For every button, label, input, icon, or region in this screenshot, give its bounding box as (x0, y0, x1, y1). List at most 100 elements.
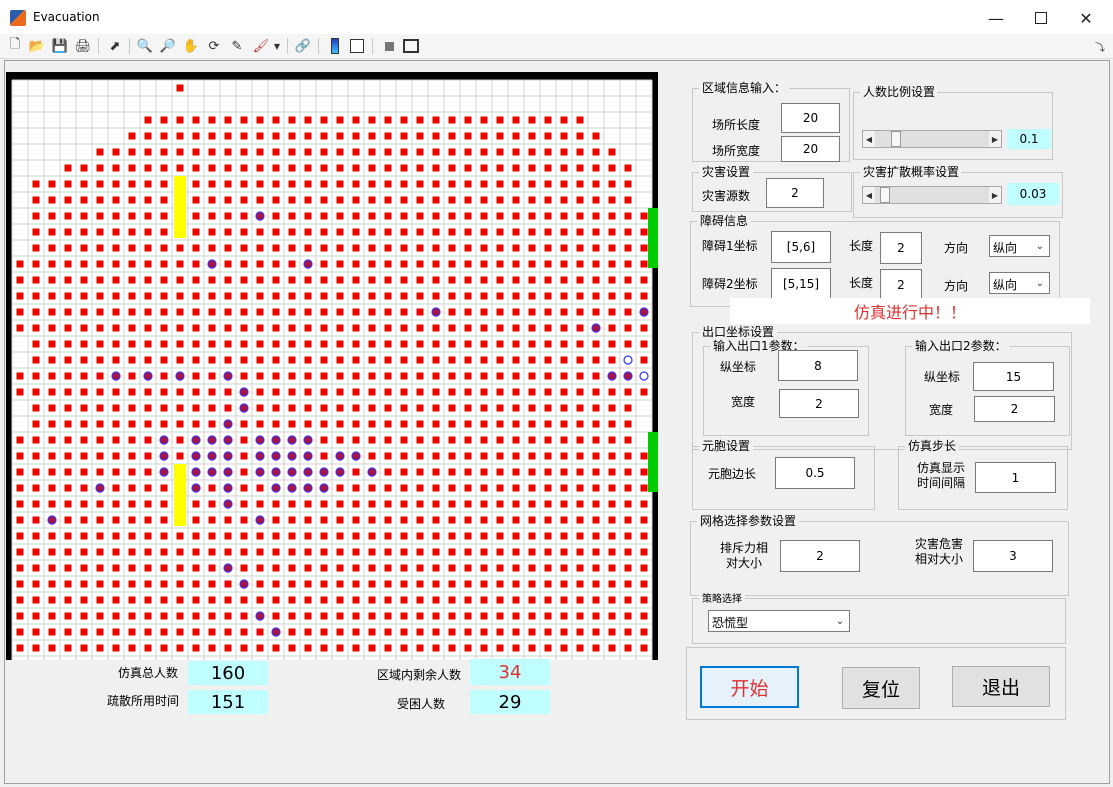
person (112, 564, 120, 572)
print-button[interactable]: 🖨 (74, 37, 92, 55)
person (16, 260, 24, 268)
length-input[interactable]: 20 (781, 103, 840, 133)
slider-right-arrow[interactable]: ▶ (989, 187, 1001, 203)
person (16, 436, 24, 444)
obstacle1-length-input[interactable]: 2 (880, 232, 922, 264)
person (320, 612, 328, 620)
ratio-slider[interactable]: ◀ ▶ (862, 130, 1002, 148)
exit-button[interactable]: 退出 (952, 666, 1050, 707)
brush-dropdown[interactable]: ▼ (272, 37, 282, 55)
trapped-person (239, 579, 249, 589)
person (528, 500, 536, 508)
strategy-select[interactable]: 恐慌型 ⌄ (708, 610, 850, 632)
person (112, 628, 120, 636)
person (496, 484, 504, 492)
person (288, 116, 296, 124)
exit1-y-input[interactable]: 8 (778, 350, 858, 381)
spread-slider[interactable]: ◀ ▶ (862, 186, 1002, 204)
person (416, 612, 424, 620)
obstacle2-dir-select[interactable]: 纵向 ⌄ (989, 272, 1050, 294)
person (128, 180, 136, 188)
person (608, 244, 616, 252)
person (208, 564, 216, 572)
slider-thumb[interactable] (891, 131, 901, 147)
person (576, 452, 584, 460)
person (192, 516, 200, 524)
person (400, 116, 408, 124)
brush-button[interactable]: 🖌 (252, 37, 270, 55)
person (128, 308, 136, 316)
person (432, 148, 440, 156)
source-count-input[interactable]: 2 (766, 178, 824, 208)
rotate-button[interactable]: ⟳ (205, 37, 223, 55)
person (336, 228, 344, 236)
slider-left-arrow[interactable]: ◀ (863, 187, 875, 203)
person (528, 196, 536, 204)
link-plot-button[interactable]: 🔗 (294, 37, 312, 55)
person (160, 356, 168, 364)
cell-size-input[interactable]: 0.5 (775, 457, 855, 489)
data-cursor-button[interactable]: ✎ (228, 37, 246, 55)
save-button[interactable]: 💾 (51, 37, 69, 55)
person (464, 628, 472, 636)
exit2-y-input[interactable]: 15 (973, 362, 1054, 391)
select-button[interactable]: ⬈ (106, 37, 124, 55)
trapped-person (207, 451, 217, 461)
repel-input[interactable]: 2 (780, 540, 860, 572)
colorbar-button[interactable] (326, 37, 344, 55)
obstacle2-length-input[interactable]: 2 (880, 269, 922, 301)
start-button[interactable]: 开始 (700, 666, 799, 708)
open-file-button[interactable]: 📂 (28, 37, 46, 55)
person (288, 196, 296, 204)
pan-button[interactable]: ✋ (182, 37, 200, 55)
width-input[interactable]: 20 (781, 136, 840, 162)
person (624, 228, 632, 236)
person (176, 340, 184, 348)
show-tools-button[interactable] (402, 37, 420, 55)
hide-tools-button[interactable] (380, 37, 398, 55)
step-interval-input[interactable]: 1 (975, 462, 1056, 493)
person (160, 500, 168, 508)
minimize-button[interactable]: — (974, 6, 1018, 30)
reset-button[interactable]: 复位 (842, 667, 920, 709)
hazard-input[interactable]: 3 (973, 540, 1053, 572)
person (208, 420, 216, 428)
person (224, 164, 232, 172)
slider-left-arrow[interactable]: ◀ (863, 131, 875, 147)
close-button[interactable]: ✕ (1064, 6, 1108, 30)
dock-button[interactable]: ⤵ (1094, 37, 1106, 55)
trapped-person (287, 435, 297, 445)
zoom-out-button[interactable]: 🔎 (159, 37, 177, 55)
person (464, 116, 472, 124)
person (128, 260, 136, 268)
person (336, 292, 344, 300)
person (368, 484, 376, 492)
person (528, 612, 536, 620)
person (640, 244, 648, 252)
maximize-button[interactable] (1019, 6, 1063, 30)
trapped-person (351, 451, 361, 461)
person (80, 308, 88, 316)
new-figure-button[interactable]: 🗋 (6, 37, 24, 55)
exit1-w-input[interactable]: 2 (779, 389, 859, 418)
slider-right-arrow[interactable]: ▶ (989, 131, 1001, 147)
person (592, 276, 600, 284)
print-icon: 🖨 (74, 38, 92, 54)
zoom-in-button[interactable]: 🔍 (136, 37, 154, 55)
person (528, 292, 536, 300)
person (240, 596, 248, 604)
person (448, 516, 456, 524)
person (272, 164, 280, 172)
person (160, 404, 168, 412)
person (624, 340, 632, 348)
legend-button[interactable] (348, 37, 366, 55)
obstacle1-input[interactable]: [5,6] (771, 231, 831, 263)
person (432, 644, 440, 652)
slider-thumb[interactable] (880, 187, 890, 203)
person (176, 276, 184, 284)
person (288, 164, 296, 172)
obstacle1-dir-select[interactable]: 纵向 ⌄ (989, 235, 1050, 257)
obstacle2-input[interactable]: [5,15] (771, 268, 831, 300)
person (416, 244, 424, 252)
exit2-w-input[interactable]: 2 (974, 396, 1055, 422)
